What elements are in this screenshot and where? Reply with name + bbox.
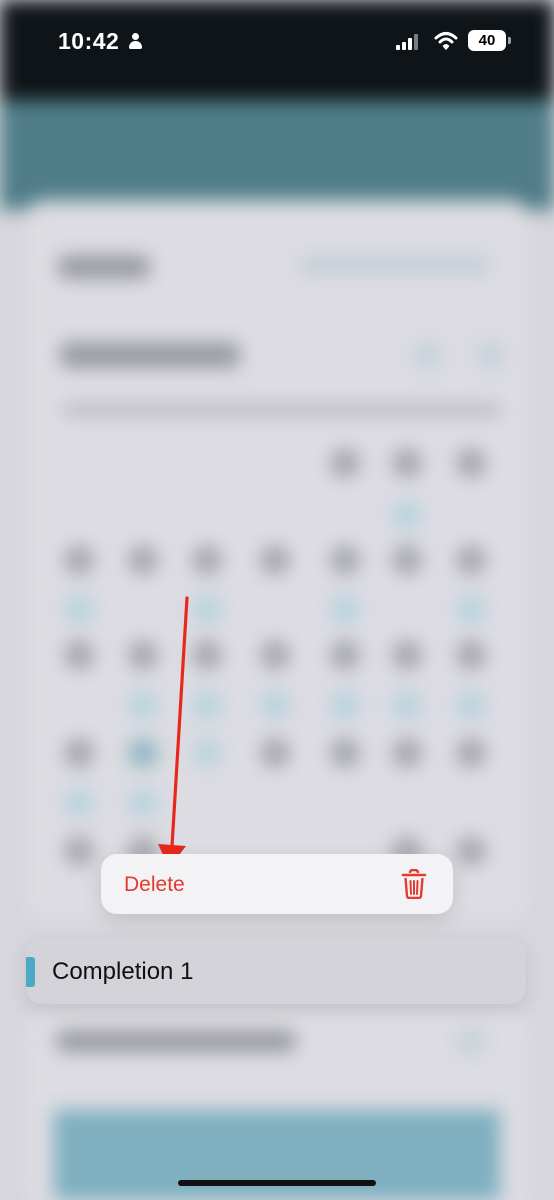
context-menu: Delete bbox=[101, 854, 453, 914]
annotation-arrow bbox=[158, 596, 189, 868]
battery-tip bbox=[508, 37, 511, 44]
trash-icon bbox=[401, 869, 427, 899]
battery-icon: 40 bbox=[468, 30, 506, 51]
person-icon bbox=[128, 33, 142, 49]
delete-label: Delete bbox=[124, 873, 185, 896]
status-bar: 10:42 40 bbox=[0, 0, 554, 84]
blurred-background bbox=[0, 0, 554, 1200]
signal-icon bbox=[396, 34, 418, 50]
color-accent-bar bbox=[26, 957, 35, 987]
home-indicator[interactable] bbox=[178, 1180, 376, 1186]
completion-title: Completion 1 bbox=[52, 958, 194, 985]
blurred-app-content bbox=[0, 0, 554, 1200]
completion-preview[interactable]: Completion 1 bbox=[26, 938, 526, 1004]
battery-level: 40 bbox=[478, 32, 496, 49]
wifi-icon bbox=[434, 32, 458, 50]
delete-menu-item[interactable]: Delete bbox=[101, 854, 453, 914]
status-time: 10:42 bbox=[58, 28, 120, 54]
